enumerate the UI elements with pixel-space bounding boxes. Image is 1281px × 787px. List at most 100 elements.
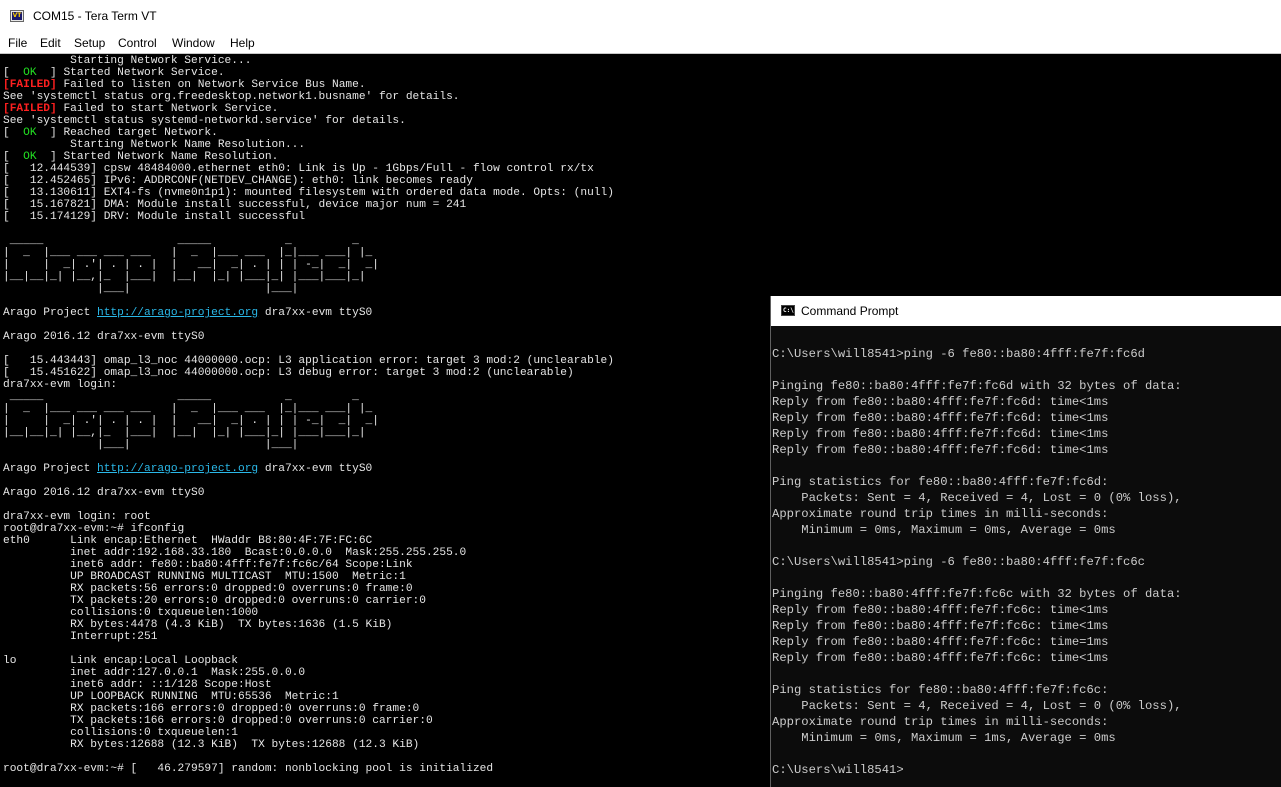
terminal-line: [ OK ] Started Network Service.: [3, 67, 225, 79]
cmd-line: Pinging fe80::ba80:4fff:fe7f:fc6c with 3…: [772, 587, 1182, 601]
terminal-line: Interrupt:251: [3, 631, 157, 643]
terminal-text: ] Started Network Name Resolution.: [36, 151, 279, 163]
terminal-text: eth0 Link encap:Ethernet HWaddr B8:80:4F…: [3, 535, 373, 547]
terminal-line: [ 12.444539] cpsw 48484000.ethernet eth0…: [3, 163, 594, 175]
cmd-line: Pinging fe80::ba80:4fff:fe7f:fc6d with 3…: [772, 379, 1182, 393]
terminal-line: [ 13.130611] EXT4-fs (nvme0n1p1): mounte…: [3, 187, 614, 199]
terminal-text: Starting Network Service...: [3, 55, 252, 67]
terminal-text: Arago 2016.12 dra7xx-evm ttyS0: [3, 487, 205, 499]
terminal-text: ]: [50, 103, 57, 115]
command-prompt-window[interactable]: C:\ Command Prompt C:\Users\will8541>pin…: [770, 296, 1281, 787]
terminal-text: [: [3, 79, 10, 91]
terminal-text: inet addr:127.0.0.1 Mask:255.0.0.0: [3, 667, 306, 679]
terminal-line: [ 15.167821] DMA: Module install success…: [3, 199, 466, 211]
command-prompt-icon: C:\: [781, 305, 795, 316]
terminal-text: | | _| .'| . | . | | __| _| . | | | -_| …: [3, 259, 379, 271]
terminal-text: collisions:0 txqueuelen:1000: [3, 607, 259, 619]
cmd-line: Ping statistics for fe80::ba80:4fff:fe7f…: [772, 683, 1109, 697]
terminal-line: [ OK ] Started Network Name Resolution.: [3, 151, 278, 163]
cmd-line: Reply from fe80::ba80:4fff:fe7f:fc6c: ti…: [772, 651, 1109, 665]
cmd-line: Packets: Sent = 4, Received = 4, Lost = …: [772, 491, 1182, 505]
menu-file[interactable]: File: [8, 34, 27, 52]
terminal-line: Arago 2016.12 dra7xx-evm ttyS0: [3, 487, 204, 499]
terminal-line: | | _| .'| . | . | | __| _| . | | | -_| …: [3, 415, 379, 427]
menu-window[interactable]: Window: [172, 34, 215, 52]
cmd-line: Reply from fe80::ba80:4fff:fe7f:fc6d: ti…: [772, 395, 1109, 409]
terminal-line: root@dra7xx-evm:~# ifconfig: [3, 523, 184, 535]
terminal-line: |___| |___|: [3, 283, 298, 295]
terminal-line: collisions:0 txqueuelen:1: [3, 727, 238, 739]
terminal-text: OK: [23, 127, 37, 139]
terminal-text: See 'systemctl status org.freedesktop.ne…: [3, 91, 460, 103]
terminal-text: [: [3, 151, 24, 163]
terminal-line: [FAILED] Failed to start Network Service…: [3, 103, 278, 115]
cmd-line: Packets: Sent = 4, Received = 4, Lost = …: [772, 699, 1182, 713]
terminal-line: UP BROADCAST RUNNING MULTICAST MTU:1500 …: [3, 571, 406, 583]
terminal-text: inet addr:192.168.33.180 Bcast:0.0.0.0 M…: [3, 547, 467, 559]
terminal-text: _____ _____ _ _: [3, 391, 359, 403]
terminal-line: TX packets:20 errors:0 dropped:0 overrun…: [3, 595, 426, 607]
terminal-line: UP LOOPBACK RUNNING MTU:65536 Metric:1: [3, 691, 339, 703]
terminal-text: RX bytes:4478 (4.3 KiB) TX bytes:1636 (1…: [3, 619, 393, 631]
terminal-text: |___| |___|: [3, 283, 299, 295]
terminal-text: ] Reached target Network.: [36, 127, 218, 139]
terminal-line: See 'systemctl status systemd-networkd.s…: [3, 115, 406, 127]
terminal-line: RX bytes:12688 (12.3 KiB) TX bytes:12688…: [3, 739, 419, 751]
terminal-text: |__|__|_| |__,|_ |___| |__| |_| |___|_| …: [3, 271, 366, 283]
teraterm-app-icon: VT: [10, 10, 24, 22]
menu-edit[interactable]: Edit: [40, 34, 61, 52]
cmd-line: Reply from fe80::ba80:4fff:fe7f:fc6d: ti…: [772, 411, 1109, 425]
cmd-line: Approximate round trip times in milli-se…: [772, 507, 1109, 521]
terminal-text: Arago Project: [3, 307, 97, 319]
terminal-text: _____ _____ _ _: [3, 235, 359, 247]
terminal-text: root@dra7xx-evm:~# [ 46.279597] random: …: [3, 763, 494, 775]
terminal-text: collisions:0 txqueuelen:1: [3, 727, 238, 739]
terminal-line: | _ |___ ___ ___ ___ | _ |___ ___ |_|___…: [3, 403, 372, 415]
terminal-text: UP BROADCAST RUNNING MULTICAST MTU:1500 …: [3, 571, 406, 583]
terminal-line: Starting Network Name Resolution...: [3, 139, 305, 151]
terminal-text: ] Started Network Service.: [36, 67, 225, 79]
terminal-text: [ 15.443443] omap_l3_noc 44000000.ocp: L…: [3, 355, 614, 367]
terminal-line: lo Link encap:Local Loopback: [3, 655, 238, 667]
cmd-line: C:\Users\will8541>ping -6 fe80::ba80:4ff…: [772, 347, 1145, 361]
terminal-text: dra7xx-evm login:: [3, 379, 118, 391]
menu-control[interactable]: Control: [118, 34, 157, 52]
terminal-text: Arago Project: [3, 463, 97, 475]
cmd-line: Reply from fe80::ba80:4fff:fe7f:fc6d: ti…: [772, 427, 1109, 441]
terminal-line: [ 15.443443] omap_l3_noc 44000000.ocp: L…: [3, 355, 614, 367]
terminal-line: inet6 addr: fe80::ba80:4fff:fe7f:fc6c/64…: [3, 559, 412, 571]
terminal-text: See 'systemctl status systemd-networkd.s…: [3, 115, 406, 127]
terminal-line: dra7xx-evm login:: [3, 379, 117, 391]
terminal-line: root@dra7xx-evm:~# [ 46.279597] random: …: [3, 763, 493, 775]
terminal-text: [ 15.451622] omap_l3_noc 44000000.ocp: L…: [3, 367, 574, 379]
terminal-text: FAILED: [9, 79, 51, 91]
terminal-text: TX packets:166 errors:0 dropped:0 overru…: [3, 715, 433, 727]
cmd-line: Minimum = 0ms, Maximum = 1ms, Average = …: [772, 731, 1116, 745]
terminal-line: See 'systemctl status org.freedesktop.ne…: [3, 91, 460, 103]
command-prompt-output[interactable]: C:\Users\will8541>ping -6 fe80::ba80:4ff…: [771, 326, 1281, 787]
terminal-line: |___| |___|: [3, 439, 298, 451]
command-prompt-titlebar[interactable]: C:\ Command Prompt: [771, 296, 1281, 326]
terminal-line: RX packets:56 errors:0 dropped:0 overrun…: [3, 583, 412, 595]
menu-setup[interactable]: Setup: [74, 34, 105, 52]
terminal-text: inet6 addr: ::1/128 Scope:Host: [3, 679, 272, 691]
terminal-text: dra7xx-evm ttyS0: [258, 307, 373, 319]
terminal-line: [ 15.174129] DRV: Module install success…: [3, 211, 305, 223]
terminal-line: | _ |___ ___ ___ ___ | _ |___ ___ |_|___…: [3, 247, 372, 259]
terminal-text: [ 12.444539] cpsw 48484000.ethernet eth0…: [3, 163, 594, 175]
terminal-text: RX packets:166 errors:0 dropped:0 overru…: [3, 703, 420, 715]
terminal-line: inet addr:192.168.33.180 Bcast:0.0.0.0 M…: [3, 547, 466, 559]
terminal-text: Arago 2016.12 dra7xx-evm ttyS0: [3, 331, 205, 343]
terminal-text: UP LOOPBACK RUNNING MTU:65536 Metric:1: [3, 691, 339, 703]
terminal-text: | _ |___ ___ ___ ___ | _ |___ ___ |_|___…: [3, 247, 373, 259]
cmd-line: Reply from fe80::ba80:4fff:fe7f:fc6c: ti…: [772, 603, 1109, 617]
terminal-link[interactable]: http://arago-project.org: [97, 307, 258, 319]
terminal-link[interactable]: http://arago-project.org: [97, 463, 258, 475]
terminal-text: Failed to start Network Service.: [56, 103, 279, 115]
menu-help[interactable]: Help: [230, 34, 255, 52]
terminal-line: [ 15.451622] omap_l3_noc 44000000.ocp: L…: [3, 367, 574, 379]
terminal-line: Starting Network Service...: [3, 55, 251, 67]
teraterm-titlebar[interactable]: VT COM15 - Tera Term VT: [0, 0, 1281, 33]
terminal-text: [: [3, 67, 24, 79]
terminal-text: dra7xx-evm ttyS0: [258, 463, 373, 475]
